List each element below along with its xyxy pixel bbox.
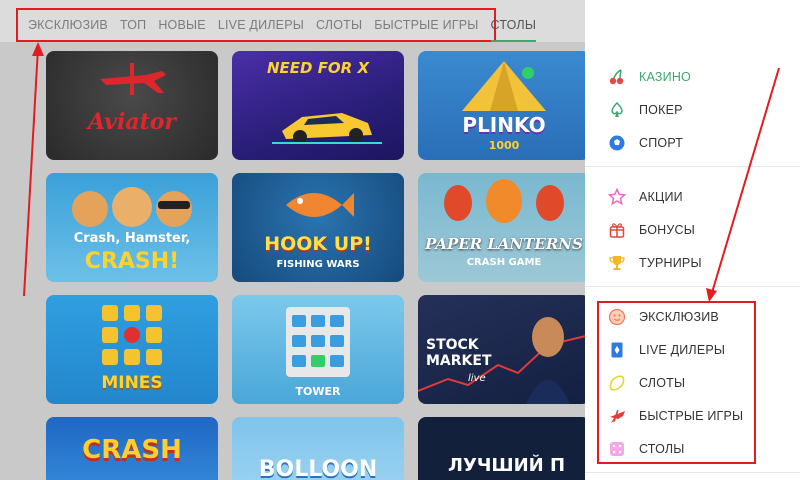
annotation-arrows: [23, 42, 780, 302]
